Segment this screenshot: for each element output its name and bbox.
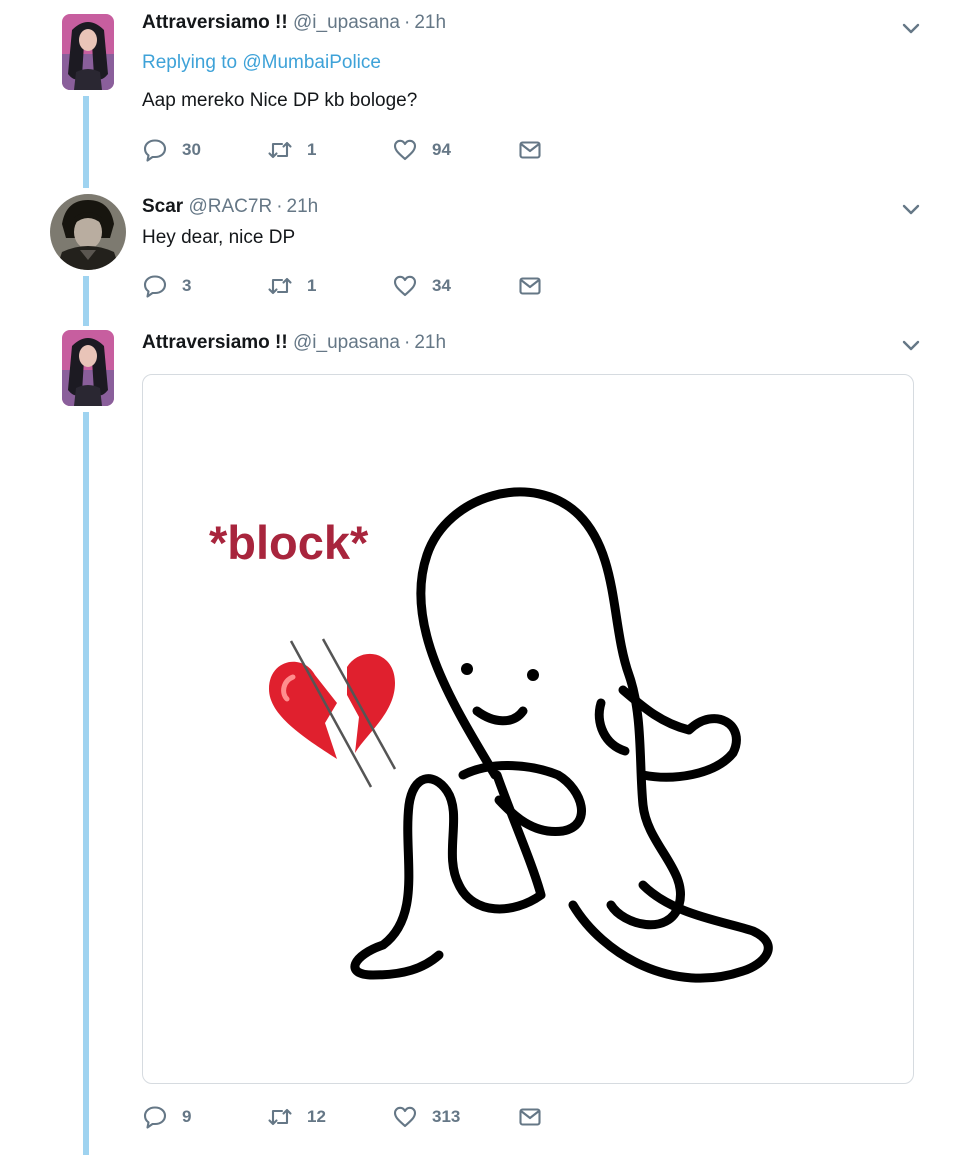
reply-icon (143, 1106, 167, 1129)
like-count: 313 (432, 1107, 461, 1126)
handle[interactable]: @RAC7R (188, 196, 272, 217)
retweet-icon (268, 141, 292, 159)
meme-character (350, 487, 773, 983)
avatar[interactable] (62, 14, 114, 90)
separator: · (403, 332, 411, 353)
envelope-icon (519, 1108, 541, 1126)
handle[interactable]: @i_upasana (293, 12, 400, 33)
tweet-text: Hey dear, nice DP (142, 227, 296, 248)
reply-button[interactable]: 3 (142, 273, 267, 299)
like-button[interactable]: 313 (392, 1104, 517, 1130)
separator: · (403, 12, 411, 33)
heart-icon (393, 1106, 417, 1128)
retweet-icon (268, 277, 292, 295)
tweet-media[interactable]: *block* (142, 374, 914, 1084)
avatar-image (50, 194, 126, 270)
thread-line (83, 96, 89, 188)
mention-link[interactable]: @MumbaiPolice (242, 52, 381, 73)
handle[interactable]: @i_upasana (293, 332, 400, 353)
tweet-actions: 3 1 34 (142, 271, 543, 301)
like-count: 34 (432, 276, 451, 295)
envelope-icon (519, 277, 541, 295)
reply-button[interactable]: 9 (142, 1104, 267, 1130)
reply-button[interactable]: 30 (142, 137, 267, 163)
display-name[interactable]: Scar (142, 196, 183, 217)
reply-icon (143, 275, 167, 298)
like-button[interactable]: 94 (392, 137, 517, 163)
heart-icon (393, 139, 417, 161)
envelope-icon (519, 141, 541, 159)
tweet-actions: 30 1 94 (142, 135, 543, 165)
chevron-down-icon[interactable] (900, 17, 922, 39)
like-count: 94 (432, 140, 451, 159)
timestamp[interactable]: 21h (414, 332, 446, 353)
reply-count: 3 (182, 276, 192, 295)
tweet-header: Attraversiamo !! @i_upasana · 21h (142, 12, 446, 34)
tweet-actions: 9 12 313 (142, 1102, 543, 1132)
reply-count: 30 (182, 140, 201, 159)
retweet-button[interactable]: 1 (267, 137, 392, 163)
chevron-down-icon[interactable] (900, 198, 922, 220)
tweet-text: Aap mereko Nice DP kb bologe? (142, 90, 418, 111)
retweet-count: 1 (307, 140, 317, 159)
avatar-image (62, 330, 114, 406)
reply-icon (143, 139, 167, 162)
reply-count: 9 (182, 1107, 192, 1126)
dm-button[interactable] (517, 273, 543, 299)
dm-button[interactable] (517, 1104, 543, 1130)
timestamp[interactable]: 21h (414, 12, 446, 33)
retweet-button[interactable]: 12 (267, 1104, 392, 1130)
retweet-count: 1 (307, 276, 317, 295)
avatar[interactable] (50, 194, 126, 270)
display-name[interactable]: Attraversiamo !! (142, 332, 288, 353)
thread-line (83, 276, 89, 326)
replying-to: Replying to @MumbaiPolice (142, 52, 381, 74)
chevron-down-icon[interactable] (900, 334, 922, 356)
avatar-image (62, 14, 114, 90)
dm-button[interactable] (517, 137, 543, 163)
retweet-icon (268, 1108, 292, 1126)
retweet-button[interactable]: 1 (267, 273, 392, 299)
replying-label: Replying to (142, 52, 238, 73)
heart-icon (393, 275, 417, 297)
tweet-header: Scar @RAC7R · 21h (142, 196, 318, 218)
like-button[interactable]: 34 (392, 273, 517, 299)
avatar[interactable] (62, 330, 114, 406)
thread-line (83, 412, 89, 1155)
separator: · (276, 196, 283, 217)
retweet-count: 12 (307, 1107, 326, 1126)
display-name[interactable]: Attraversiamo !! (142, 12, 288, 33)
timestamp[interactable]: 21h (287, 196, 319, 217)
tweet-header: Attraversiamo !! @i_upasana · 21h (142, 332, 446, 354)
